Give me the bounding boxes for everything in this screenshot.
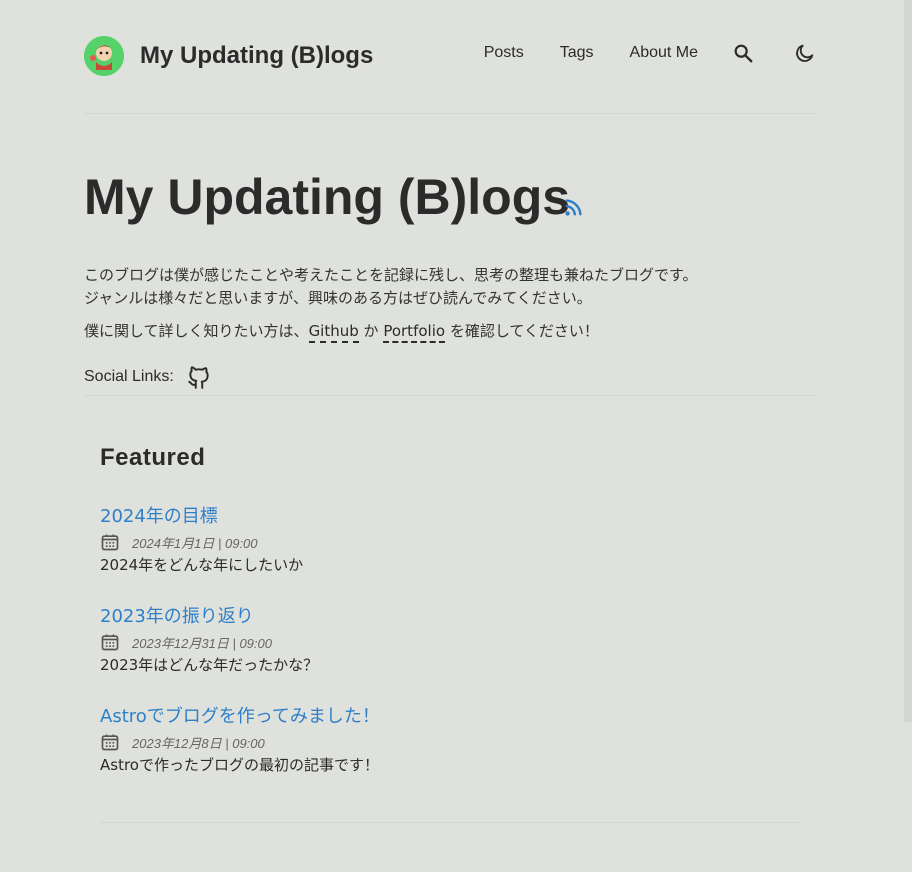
- section-divider: [84, 395, 816, 396]
- footer-divider: [100, 822, 800, 823]
- github-icon[interactable]: [186, 364, 212, 390]
- moon-icon[interactable]: [794, 42, 816, 64]
- calendar-icon: [100, 732, 120, 752]
- intro-text: このブログは僕が感じたことや考えたことを記録に残し、思考の整理も兼ねたブログです…: [84, 264, 816, 310]
- post-date: 2023年12月8日 | 09:00: [132, 735, 265, 751]
- post-description: 2023年はどんな年だったかな？: [100, 656, 319, 674]
- post-title-link[interactable]: 2023年の振り返り: [100, 602, 318, 628]
- post-meta: 2023年12月8日 | 09:00: [100, 732, 380, 752]
- github-link[interactable]: Github: [308, 322, 359, 343]
- site-header: My Updating (B)logs Posts Tags About Me: [84, 34, 816, 78]
- post-meta: 2023年12月31日 | 09:00: [100, 632, 318, 652]
- calendar-icon: [100, 532, 120, 552]
- post-meta: 2024年1月1日 | 09:00: [100, 532, 303, 552]
- post-description: 2024年をどんな年にしたいか: [100, 556, 304, 574]
- search-icon[interactable]: [732, 42, 754, 64]
- post-title-link[interactable]: 2024年の目標: [100, 502, 303, 528]
- intro-line-2: ジャンルは様々だと思いますが、興味のある方はぜひ読んでみてください。: [84, 289, 592, 307]
- avatar: [84, 36, 124, 76]
- header-divider: [84, 113, 816, 114]
- list-item: 2023年の振り返り 2023年12月31日 | 09:00 2023年はどんな…: [100, 602, 318, 675]
- intro-links: 僕に関して詳しく知りたい方は、Github か Portfolio を確認してく…: [84, 320, 599, 343]
- social-links: Social Links:: [84, 364, 212, 390]
- post-date: 2023年12月31日 | 09:00: [132, 635, 272, 651]
- nav-about-me[interactable]: About Me: [630, 44, 698, 62]
- featured-section: Featured 2024年の目標 2024年1月1日 | 09:00 2024…: [100, 444, 800, 774]
- list-item: 2024年の目標 2024年1月1日 | 09:00 2024年をどんな年にした…: [100, 502, 303, 575]
- rss-icon[interactable]: [563, 196, 585, 218]
- intro-more-suffix: を確認してください！: [445, 322, 599, 340]
- list-item: Astroでブログを作ってみました！ 2023年12月8日 | 09:00 As…: [100, 702, 380, 775]
- main-nav: Posts Tags About Me: [484, 42, 816, 64]
- post-title-link[interactable]: Astroでブログを作ってみました！: [100, 702, 380, 728]
- site-brand-link[interactable]: My Updating (B)logs: [84, 36, 373, 76]
- post-description: Astroで作ったブログの最初の記事です！: [100, 756, 379, 774]
- page-title: My Updating (B)logs: [84, 169, 571, 225]
- featured-heading: Featured: [100, 444, 206, 471]
- post-date: 2024年1月1日 | 09:00: [132, 535, 258, 551]
- portfolio-link[interactable]: Portfolio: [383, 322, 446, 343]
- social-links-label: Social Links:: [84, 368, 174, 385]
- intro-more-prefix: 僕に関して詳しく知りたい方は、: [84, 322, 309, 340]
- intro-connector: か: [358, 322, 384, 340]
- calendar-icon: [100, 632, 120, 652]
- nav-posts[interactable]: Posts: [484, 44, 524, 62]
- scrollbar[interactable]: [904, 0, 912, 722]
- site-brand-title: My Updating (B)logs: [140, 42, 374, 69]
- intro-line-1: このブログは僕が感じたことや考えたことを記録に残し、思考の整理も兼ねたブログです…: [84, 266, 698, 284]
- nav-tags[interactable]: Tags: [560, 44, 594, 62]
